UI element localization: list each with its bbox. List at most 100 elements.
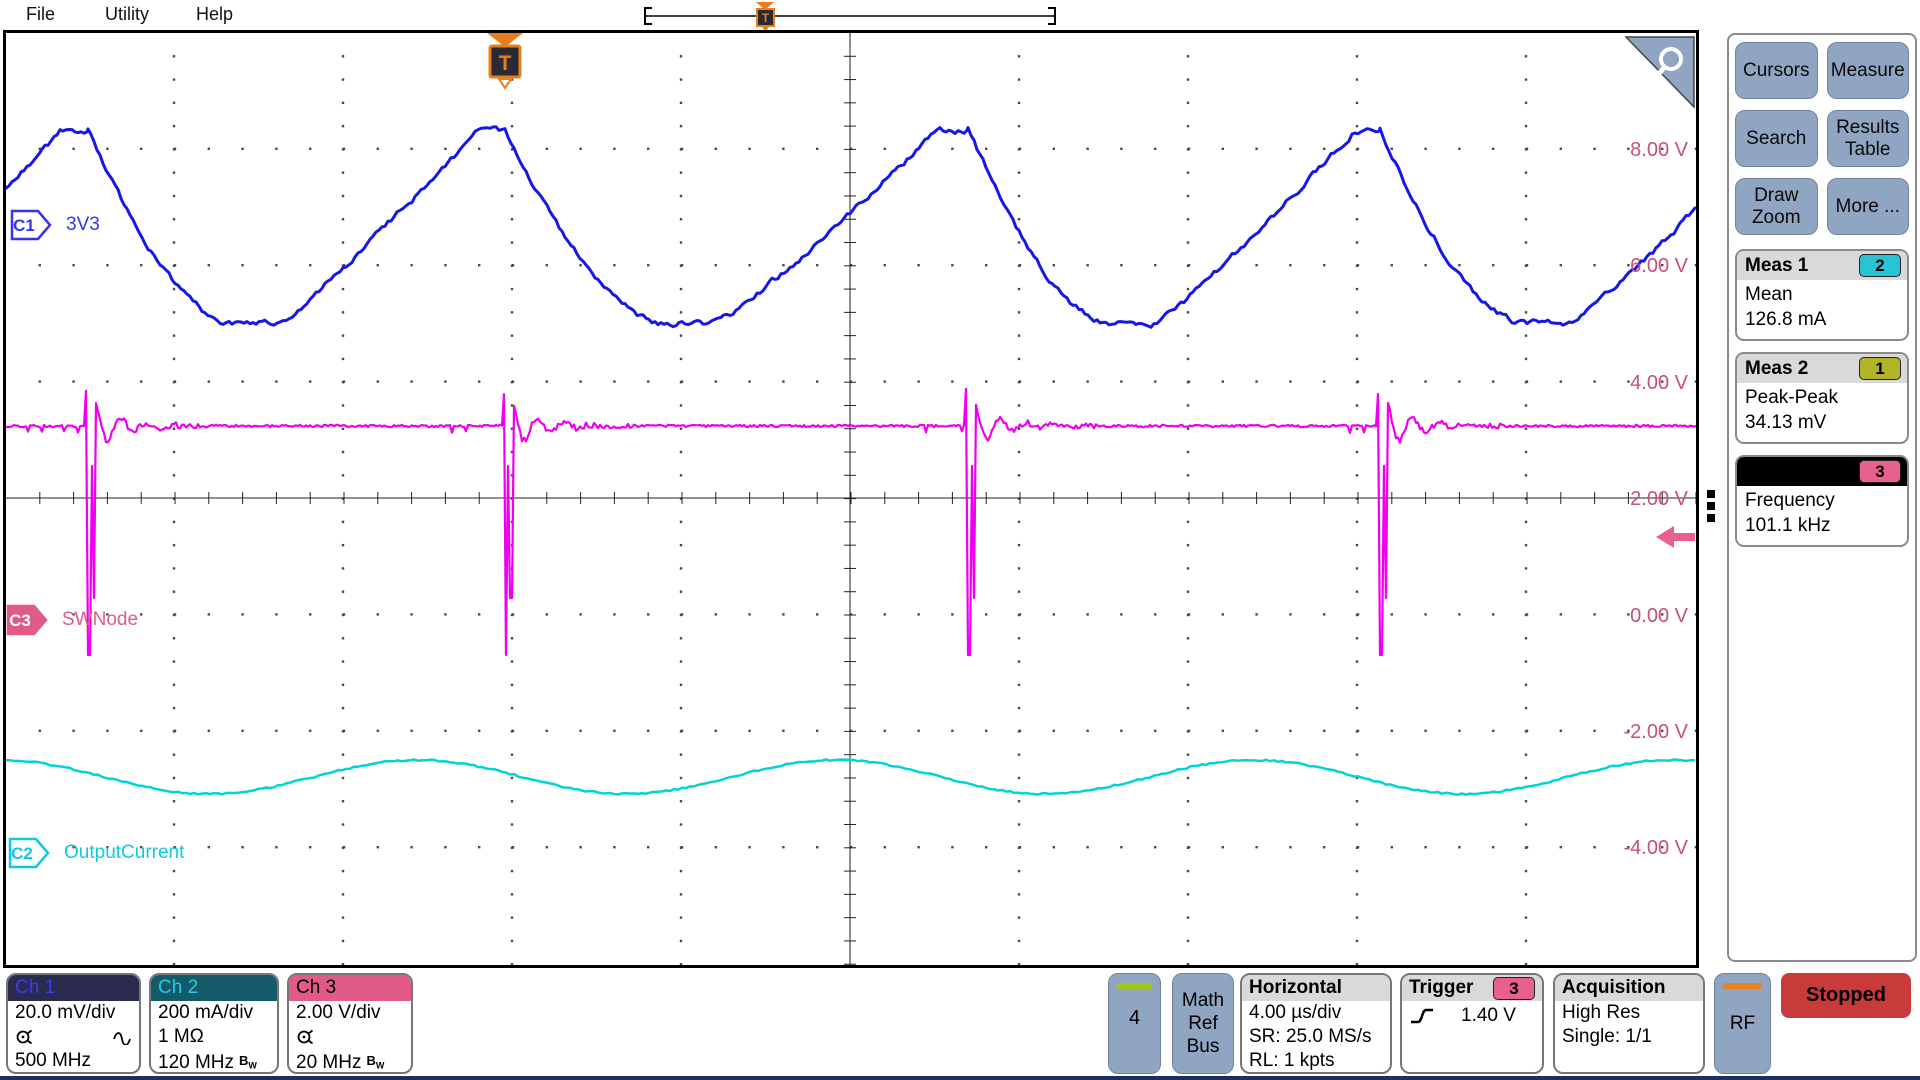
horizontal-scale: 4.00 µs/div [1242, 1001, 1390, 1025]
channel-scale: 20.0 mV/div [8, 1001, 139, 1025]
acquisition-count: Single: 1/1 [1555, 1025, 1703, 1049]
bandwidth-limit-icon: BW [239, 1049, 257, 1074]
channel-bandwidth: 20 MHz [296, 1051, 361, 1074]
horizontal-sample-rate: SR: 25.0 MS/s [1242, 1025, 1390, 1049]
channel-arrow-badge-icon: C1 [10, 209, 52, 241]
panel-button-results-table[interactable]: Results Table [1827, 110, 1910, 167]
bandwidth-limit-icon: BW [366, 1049, 384, 1074]
svg-text:C3: C3 [9, 611, 31, 630]
measurement-title: Meas 1 [1745, 255, 1808, 277]
trigger-level-value: 1.40 V [1461, 1004, 1516, 1028]
rf-label: RF [1715, 1013, 1770, 1035]
divider-dot [1707, 502, 1715, 510]
math-ref-bus-button[interactable]: Math Ref Bus [1172, 973, 1234, 1074]
divider-dot [1707, 514, 1715, 522]
measurement-card-3[interactable]: 3 Frequency101.1 kHz [1735, 455, 1909, 547]
measurement-card-1[interactable]: Meas 1 2 Mean126.8 mA [1735, 249, 1909, 341]
window-bottom-edge [0, 1076, 1920, 1080]
panel-button-more[interactable]: More ... [1827, 178, 1910, 235]
menu-bar: File Utility Help T [0, 0, 1920, 30]
trigger-title: Trigger [1409, 975, 1473, 1001]
channel-arrow-badge-icon: C2 [8, 837, 50, 869]
channel-scale: 2.00 V/div [289, 1001, 411, 1025]
divider-dot [1707, 490, 1715, 498]
measurement-source-badge: 1 [1859, 357, 1901, 380]
panel-button-search[interactable]: Search [1735, 110, 1818, 167]
voltage-scale-label: 4.00 V [1630, 372, 1688, 394]
measurement-type: Peak-Peak [1745, 385, 1899, 410]
menu-utility[interactable]: Utility [105, 4, 149, 25]
voltage-scale-label: -2.00 V [1624, 721, 1689, 743]
channel-label: 3V3 [66, 214, 100, 236]
trigger-level-arrow-icon[interactable] [1656, 526, 1695, 548]
channel-badge-c3[interactable]: C3 SWNode [6, 604, 138, 636]
channel-impedance: 1 MΩ [158, 1025, 204, 1049]
voltage-scale-label: 0.00 V [1630, 605, 1688, 627]
channel-bandwidth: 120 MHz [158, 1051, 234, 1074]
voltage-scale-label: -4.00 V [1624, 837, 1689, 859]
svg-text:C2: C2 [11, 844, 33, 863]
measurement-type: Mean [1745, 282, 1899, 307]
channel-arrow-badge-icon: C3 [6, 604, 48, 636]
measurement-value: 101.1 kHz [1745, 513, 1899, 538]
add-channel-4-button[interactable]: 4 [1108, 973, 1161, 1074]
channel-box-ch3[interactable]: Ch 32.00 V/div 20 MHzBW [287, 973, 413, 1074]
rising-edge-icon [1409, 1006, 1435, 1026]
panel-button-measure[interactable]: Measure [1827, 42, 1910, 99]
graticule-and-waveforms: 8.00 V 6.00 V 4.00 V 2.00 V 0.00 V -2.00 V -4.… [6, 33, 1696, 965]
run-stop-status-button[interactable]: Stopped [1781, 973, 1911, 1018]
channel-box-ch2[interactable]: Ch 2200 mA/div1 MΩ120 MHzBW [149, 973, 279, 1074]
measurement-card-2[interactable]: Meas 2 1 Peak-Peak34.13 mV [1735, 352, 1909, 444]
horizontal-title: Horizontal [1249, 975, 1342, 1001]
channel-scale: 200 mA/div [151, 1001, 277, 1025]
waveform-display-area[interactable]: 8.00 V 6.00 V 4.00 V 2.00 V 0.00 V -2.00 V -4.… [3, 30, 1699, 968]
trigger-source-badge: 3 [1493, 977, 1535, 1000]
channel-badge-c1[interactable]: C1 3V3 [10, 209, 100, 241]
acquisition-title: Acquisition [1562, 975, 1665, 1001]
voltage-scale-label: 2.00 V [1630, 488, 1688, 510]
svg-text:C1: C1 [13, 216, 35, 235]
rf-color-line [1723, 983, 1762, 989]
channel-bandwidth: 500 MHz [15, 1049, 91, 1073]
add-channel-4-label: 4 [1109, 1007, 1160, 1030]
channel-name: Ch 1 [8, 975, 139, 1001]
svg-text:T: T [762, 11, 770, 25]
measurement-title: Meas 2 [1745, 358, 1808, 380]
svg-text:T: T [499, 52, 512, 75]
probe-icon [296, 1028, 314, 1046]
horizontal-settings-box[interactable]: Horizontal 4.00 µs/div SR: 25.0 MS/s RL:… [1240, 973, 1392, 1074]
channel-name: Ch 3 [289, 975, 411, 1001]
voltage-scale-label: 6.00 V [1630, 255, 1688, 277]
measurement-source-badge: 3 [1859, 460, 1901, 483]
rf-button[interactable]: RF [1714, 973, 1771, 1074]
channel-4-color-line [1117, 983, 1153, 989]
channel-box-ch1[interactable]: Ch 120.0 mV/div 500 MHz [6, 973, 141, 1074]
measurement-type: Frequency [1745, 488, 1899, 513]
trigger-settings-box[interactable]: Trigger 3 1.40 V [1400, 973, 1544, 1074]
voltage-scale-label: 8.00 V [1630, 139, 1688, 161]
measurement-cards: Meas 1 2 Mean126.8 mA Meas 2 1 Peak-Peak34.13… [1735, 249, 1909, 547]
channel-label: OutputCurrent [64, 842, 184, 864]
panel-button-cursors[interactable]: Cursors [1735, 42, 1818, 99]
measurement-value: 34.13 mV [1745, 410, 1899, 435]
trigger-position-marker-icon[interactable]: T [487, 33, 523, 88]
panel-button-draw-zoom[interactable]: Draw Zoom [1735, 178, 1818, 235]
acquisition-mode: High Res [1555, 1001, 1703, 1025]
horizontal-position-indicator[interactable]: T [630, 0, 1070, 30]
draw-zoom-corner-button[interactable] [1626, 37, 1694, 107]
right-control-panel: CursorsMeasureSearchResults TableDraw Zo… [1727, 33, 1917, 962]
menu-file[interactable]: File [26, 4, 55, 25]
trigger-position-flag-icon: T [756, 2, 774, 30]
menu-help[interactable]: Help [196, 4, 233, 25]
measurement-source-badge: 2 [1859, 254, 1901, 277]
channel-label: SWNode [62, 609, 138, 631]
measurement-value: 126.8 mA [1745, 307, 1899, 332]
channel-name: Ch 2 [151, 975, 277, 1001]
channel-badge-c2[interactable]: C2 OutputCurrent [8, 837, 184, 869]
bottom-settings-bar: Ch 120.0 mV/div 500 MHz Ch 2200 mA/div1 M… [0, 968, 1920, 1080]
panel-button-grid: CursorsMeasureSearchResults TableDraw Zo… [1735, 42, 1909, 235]
ac-coupling-icon [112, 1029, 132, 1045]
probe-icon [15, 1028, 33, 1046]
horizontal-record-length: RL: 1 kpts [1242, 1049, 1390, 1073]
acquisition-settings-box[interactable]: Acquisition High Res Single: 1/1 [1553, 973, 1705, 1074]
